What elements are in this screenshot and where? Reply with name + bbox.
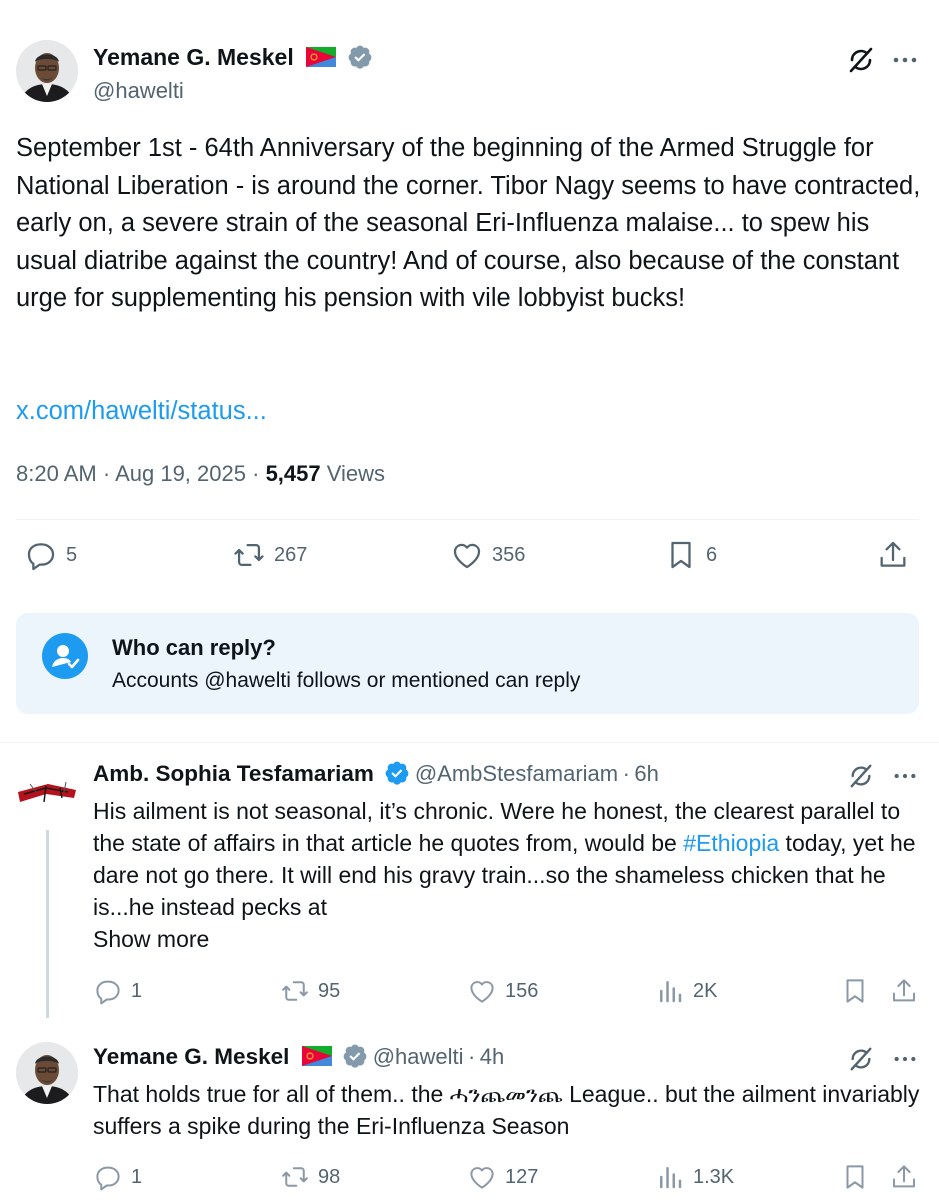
dot-separator: · xyxy=(622,761,630,786)
reply-button[interactable]: 1 xyxy=(93,976,142,1006)
share-icon xyxy=(893,1165,915,1188)
grok-icon[interactable] xyxy=(845,1043,877,1075)
share-button[interactable] xyxy=(889,1162,927,1192)
hashtag-link[interactable]: #Ethiopia xyxy=(683,830,779,856)
repost-count: 98 xyxy=(318,1165,341,1188)
meta-separator: · xyxy=(252,461,260,486)
repost-count: 267 xyxy=(274,543,308,566)
more-icon[interactable] xyxy=(889,44,921,76)
reply-text: That holds true for all of them.. the ሓን… xyxy=(93,1081,920,1139)
people-icon xyxy=(42,633,88,679)
who-can-reply-title: Who can reply? xyxy=(112,635,276,660)
who-can-reply-description: Accounts @hawelti follows or mentioned c… xyxy=(112,669,581,692)
reply-author-handle[interactable]: @AmbStesfamariam xyxy=(415,761,618,786)
reply-author-avatar[interactable] xyxy=(16,1042,78,1104)
repost-count: 95 xyxy=(318,979,341,1002)
who-can-reply-box: Who can reply? Accounts @hawelti follows… xyxy=(16,613,919,714)
reply-header: Amb. Sophia Tesfamariam @AmbStesfamariam… xyxy=(93,760,659,787)
reply-count: 1 xyxy=(131,979,143,1002)
reply-button[interactable]: 1 xyxy=(93,1162,142,1192)
tweet-time[interactable]: 8:20 AM xyxy=(16,461,97,486)
tweet-link[interactable]: x.com/hawelti/status... xyxy=(16,393,267,431)
grok-icon[interactable] xyxy=(845,44,877,76)
like-button[interactable]: 156 xyxy=(467,976,538,1006)
bookmark-icon xyxy=(846,1165,864,1189)
reply-author-handle[interactable]: @hawelti xyxy=(373,1044,464,1069)
author-name[interactable]: Yemane G. Meskel xyxy=(93,44,294,70)
share-icon xyxy=(893,979,915,1002)
author-avatar[interactable] xyxy=(16,40,78,102)
views-count: 5,457 xyxy=(265,461,321,486)
reply-author-name[interactable]: Amb. Sophia Tesfamariam xyxy=(93,761,374,786)
like-button[interactable]: 127 xyxy=(467,1162,538,1192)
reply-author-name[interactable]: Yemane G. Meskel xyxy=(93,1044,289,1069)
more-icon[interactable] xyxy=(889,760,921,792)
share-icon xyxy=(880,541,906,567)
repost-button[interactable]: 95 xyxy=(280,976,340,1006)
reply-time[interactable]: 4h xyxy=(480,1044,504,1069)
verified-icon xyxy=(342,1043,368,1069)
bookmark-button[interactable] xyxy=(840,976,878,1006)
views-icon xyxy=(660,981,682,1003)
grok-icon[interactable] xyxy=(845,760,877,792)
eritrea-flag-icon xyxy=(306,47,337,67)
more-icon[interactable] xyxy=(889,1043,921,1075)
repost-button[interactable]: 267 xyxy=(232,538,307,572)
divider xyxy=(0,742,939,743)
reply-icon xyxy=(27,543,55,571)
like-count: 356 xyxy=(492,543,526,566)
reply-header: Yemane G. Meskel @hawelti · 4h xyxy=(93,1043,504,1070)
dot-separator: · xyxy=(468,1044,476,1069)
views-count: 1.3K xyxy=(693,1165,735,1188)
reply-icon xyxy=(96,980,120,1005)
like-icon xyxy=(470,981,494,1003)
like-icon xyxy=(470,1167,494,1189)
thread-line xyxy=(46,830,49,1018)
meta-separator: · xyxy=(102,461,111,486)
views-count: 2K xyxy=(693,979,718,1002)
reply-time[interactable]: 6h xyxy=(634,761,658,786)
tweet-text: September 1st - 64th Anniversary of the … xyxy=(16,134,921,312)
reply-button[interactable]: 5 xyxy=(24,538,77,572)
show-more-link[interactable]: Show more xyxy=(93,923,209,955)
reply-icon xyxy=(96,1166,120,1191)
reply-count: 1 xyxy=(131,1165,143,1188)
tweet-date[interactable]: Aug 19, 2025 xyxy=(115,461,246,486)
divider xyxy=(16,519,919,520)
reply-author-avatar[interactable] xyxy=(16,762,78,824)
views-button[interactable]: 1.3K xyxy=(655,1162,734,1192)
like-icon xyxy=(453,543,481,569)
bookmark-icon xyxy=(846,979,864,1003)
like-count: 156 xyxy=(505,979,539,1002)
author-name-row: Yemane G. Meskel xyxy=(93,44,373,71)
tweet-meta: 8:20 AM · Aug 19, 2025 · 5,457 Views xyxy=(16,461,385,487)
repost-icon xyxy=(282,1167,308,1187)
repost-icon xyxy=(282,981,308,1001)
eritrea-flag-icon xyxy=(301,1046,332,1066)
verified-icon xyxy=(384,760,410,786)
reply-count: 5 xyxy=(66,543,78,566)
repost-button[interactable]: 98 xyxy=(280,1162,340,1192)
bookmark-icon xyxy=(671,541,691,569)
share-button[interactable] xyxy=(876,538,918,572)
bookmark-button[interactable] xyxy=(840,1162,878,1192)
bookmark-button[interactable]: 6 xyxy=(664,538,717,572)
views-label: Views xyxy=(326,461,386,486)
share-button[interactable] xyxy=(889,976,927,1006)
like-button[interactable]: 356 xyxy=(450,538,525,572)
bookmark-count: 6 xyxy=(706,543,718,566)
views-icon xyxy=(660,1167,682,1189)
repost-icon xyxy=(234,543,264,567)
reply-text: His ailment is not seasonal, it’s chroni… xyxy=(93,795,923,923)
author-handle[interactable]: @hawelti xyxy=(93,78,184,104)
verified-icon xyxy=(347,44,373,70)
views-button[interactable]: 2K xyxy=(655,976,717,1006)
like-count: 127 xyxy=(505,1165,539,1188)
